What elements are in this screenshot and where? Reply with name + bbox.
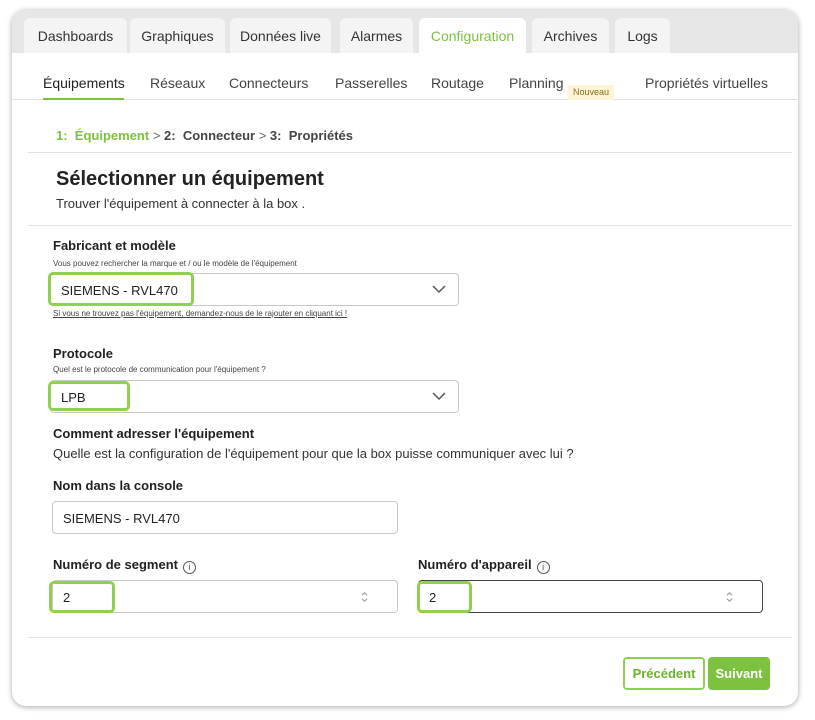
previous-button[interactable]: Précédent	[623, 657, 705, 690]
step-3-number: 3:	[269, 128, 282, 143]
step-separator: >	[152, 128, 161, 143]
manufacturer-hint: Vous pouvez rechercher la marque et / ou…	[53, 259, 297, 268]
step-3-label: Propriétés	[288, 128, 354, 143]
subtab-equipements[interactable]: Équipements	[43, 75, 125, 91]
addressing-label: Comment adresser l'équipement	[53, 426, 255, 441]
stepper-icon[interactable]	[725, 591, 734, 603]
info-icon[interactable]: i	[182, 561, 196, 574]
next-button[interactable]: Suivant	[708, 657, 770, 690]
step-2-number: 2:	[164, 128, 176, 143]
device-label-text: Numéro d'appareil	[418, 557, 532, 572]
chevron-down-icon	[432, 392, 446, 401]
request-equipment-link[interactable]: Si vous ne trouvez pas l'équipement, dem…	[53, 309, 347, 318]
subtab-proprietes-virtuelles[interactable]: Propriétés virtuelles	[645, 75, 768, 91]
step-separator: >	[258, 128, 267, 143]
device-number-value: 2	[429, 590, 437, 605]
console-name-label: Nom dans la console	[53, 478, 184, 493]
tab-donnees-live[interactable]: Données live	[230, 18, 331, 53]
console-name-input[interactable]: SIEMENS - RVL470	[52, 501, 398, 534]
manufacturer-select[interactable]: SIEMENS - RVL470	[50, 273, 459, 306]
subtab-reseaux[interactable]: Réseaux	[150, 75, 205, 91]
step-2-label: Connecteur	[182, 128, 256, 143]
tab-archives[interactable]: Archives	[532, 18, 609, 53]
stepper-icon[interactable]	[360, 591, 369, 603]
main-tab-bar: Dashboards Graphiques Données live Alarm…	[12, 10, 798, 53]
segment-label: Numéro de segment i	[53, 557, 196, 574]
chevron-down-icon	[432, 285, 446, 294]
steps-breadcrumb: 1: Équipement > 2: Connecteur > 3: Propr…	[56, 128, 353, 143]
new-badge: Nouveau	[568, 85, 615, 100]
protocol-hint: Quel est le protocole de communication p…	[53, 365, 266, 374]
protocol-select[interactable]: LPB	[50, 380, 459, 413]
divider	[28, 152, 792, 153]
info-icon[interactable]: i	[536, 561, 550, 574]
tab-alarmes[interactable]: Alarmes	[340, 18, 413, 53]
subtab-passerelles[interactable]: Passerelles	[335, 75, 407, 91]
device-number-input[interactable]: 2	[418, 580, 763, 613]
segment-label-text: Numéro de segment	[53, 557, 178, 572]
divider	[28, 637, 792, 638]
device-label: Numéro d'appareil i	[418, 557, 550, 574]
manufacturer-value: SIEMENS - RVL470	[61, 283, 178, 298]
page-subtitle: Trouver l'équipement à connecter à la bo…	[56, 196, 306, 211]
tab-dashboards[interactable]: Dashboards	[24, 18, 127, 53]
manufacturer-label: Fabricant et modèle	[53, 238, 176, 253]
segment-number-value: 2	[63, 590, 71, 605]
tab-configuration[interactable]: Configuration	[419, 18, 526, 53]
page-title: Sélectionner un équipement	[56, 168, 324, 190]
divider	[28, 225, 792, 226]
console-name-value: SIEMENS - RVL470	[63, 511, 180, 526]
config-card: Dashboards Graphiques Données live Alarm…	[12, 10, 798, 706]
segment-number-input[interactable]: 2	[52, 580, 398, 613]
subtab-planning[interactable]: Planning	[509, 75, 564, 91]
step-1-label: Équipement	[74, 128, 150, 143]
active-subtab-indicator	[43, 98, 124, 100]
step-1-number: 1:	[56, 128, 68, 143]
subtab-connecteurs[interactable]: Connecteurs	[229, 75, 308, 91]
subtab-routage[interactable]: Routage	[431, 75, 484, 91]
tab-graphiques[interactable]: Graphiques	[130, 18, 225, 53]
addressing-description: Quelle est la configuration de l'équipem…	[53, 446, 574, 461]
tab-logs[interactable]: Logs	[615, 18, 670, 53]
protocol-value: LPB	[61, 390, 86, 405]
protocol-label: Protocole	[53, 346, 113, 361]
